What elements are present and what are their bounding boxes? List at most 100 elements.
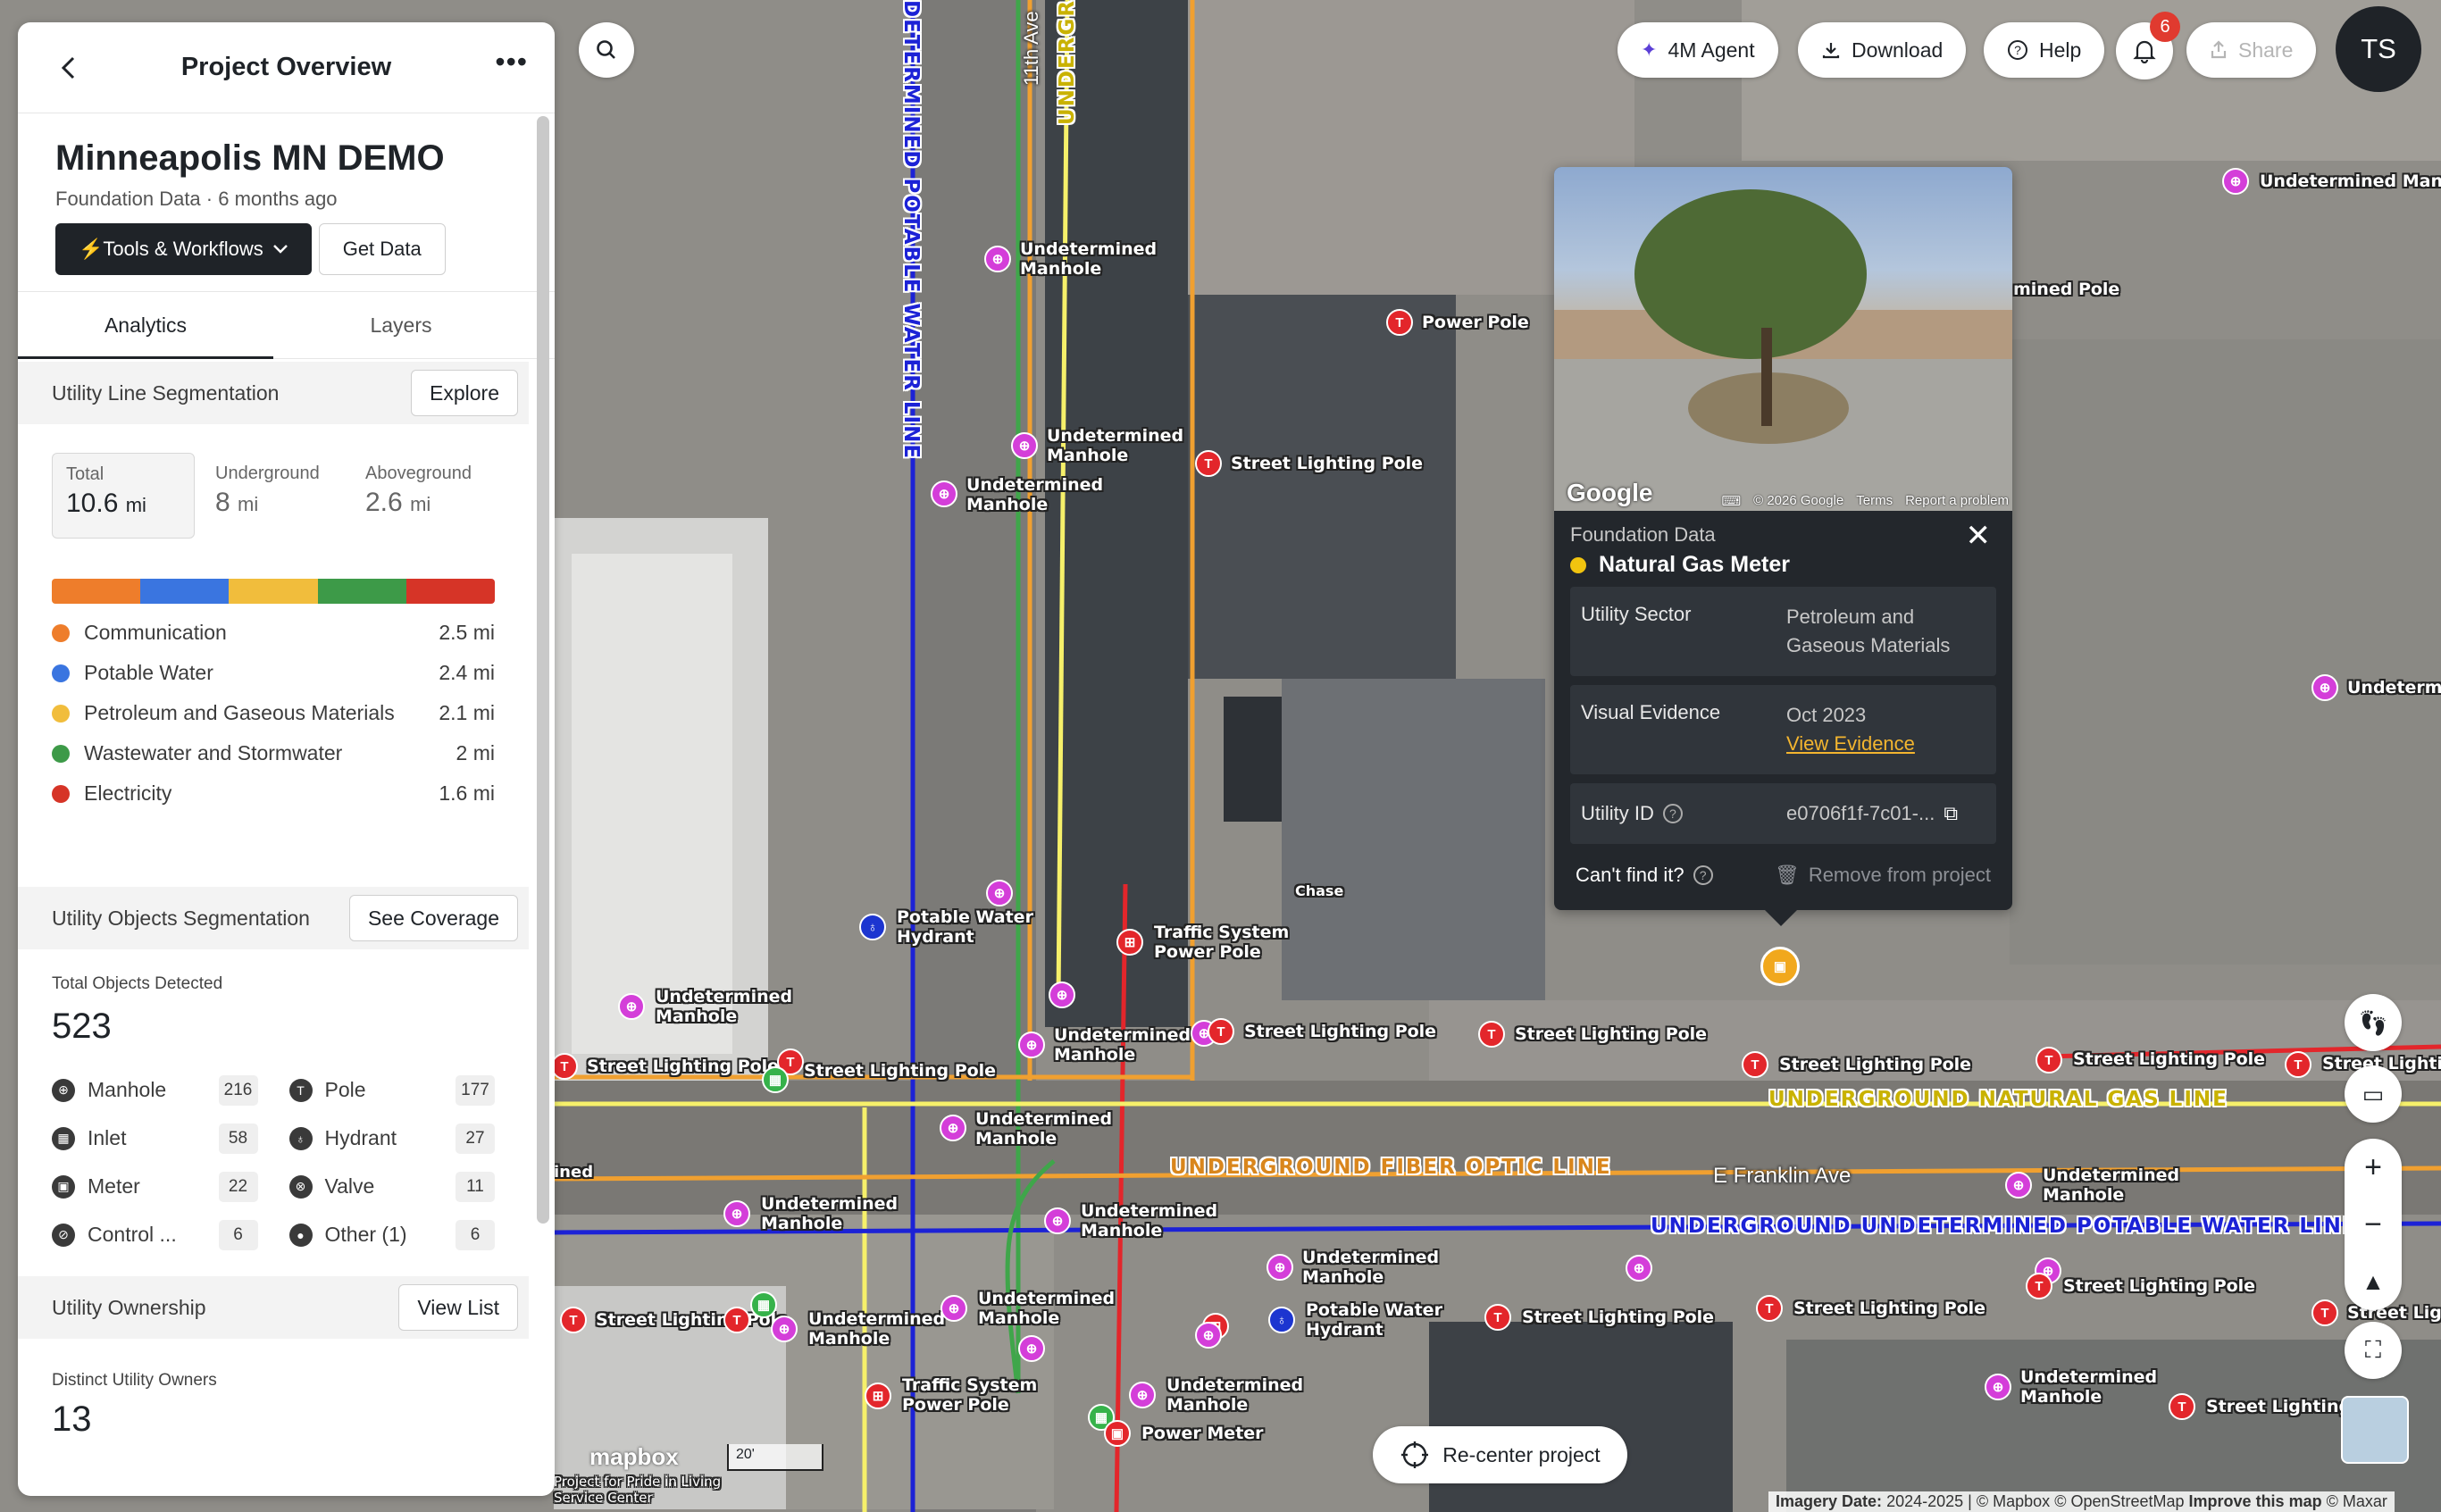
photo-attribution: ⌨ © 2026 Google Terms Report a problem [1721,493,2009,509]
stat-value: 8 [215,488,230,517]
view-list-button[interactable]: View List [398,1284,518,1331]
basemap-toggle-thumbnail[interactable] [2341,1396,2409,1464]
stat-total[interactable]: Total 10.6 mi [52,453,196,539]
manhole-marker[interactable]: ⊕ [986,880,1013,906]
meter-marker[interactable]: ▣ [1104,1420,1131,1447]
traffic-pole-marker[interactable]: ⊞ [865,1383,891,1409]
manhole-marker[interactable]: ⊕ [1049,982,1075,1008]
improve-map-link[interactable]: Improve this map [2189,1492,2322,1510]
object-type-item[interactable]: T Pole 177 [288,1073,495,1107]
tab-layers[interactable]: Layers [273,292,529,358]
fullscreen-button[interactable]: ⛶ [2345,1322,2402,1379]
help-circle-icon[interactable]: ? [1693,865,1713,885]
see-coverage-button[interactable]: See Coverage [348,895,518,941]
terms-link[interactable]: Terms [1856,493,1893,509]
inlet-marker[interactable]: ▦ [762,1066,789,1093]
share-button[interactable]: Share [2186,22,2317,78]
street-light-marker[interactable]: T [2169,1393,2195,1420]
street-light-marker[interactable]: T [723,1307,750,1333]
manhole-marker[interactable]: ⊕ [723,1200,750,1227]
hydrant-icon: ♁ [288,1126,313,1150]
hydrant-marker[interactable]: ♁ [859,914,886,940]
recenter-button[interactable]: Re-center project [1373,1426,1627,1483]
copy-icon[interactable]: ⧉ [1944,802,1958,825]
manhole-marker[interactable]: ⊕ [940,1295,967,1322]
manhole-marker[interactable]: ⊕ [1626,1255,1652,1282]
manhole-marker[interactable]: ⊕ [940,1115,966,1141]
measure-button[interactable]: ▭ [2345,1065,2402,1123]
agent-button[interactable]: ✦ 4M Agent [1618,22,1778,78]
street-light-marker[interactable]: T [1484,1304,1511,1331]
street-light-marker[interactable]: T [2036,1047,2062,1073]
street-light-marker[interactable]: T [1756,1295,1783,1322]
user-avatar[interactable]: TS [2336,6,2421,92]
tab-analytics[interactable]: Analytics [18,292,273,359]
manhole-marker[interactable]: ⊕ [771,1316,798,1342]
help-button[interactable]: ? Help [1984,22,2105,78]
manhole-marker[interactable]: ⊕ [1266,1254,1293,1281]
manhole-marker[interactable]: ⊕ [1129,1382,1156,1408]
more-options-icon[interactable]: ••• [495,47,528,76]
get-data-button[interactable]: Get Data [318,223,446,275]
manhole-marker[interactable]: ⊕ [984,246,1011,272]
download-button[interactable]: Download [1798,22,1967,78]
street-view-button[interactable]: 👣︎ [2345,994,2402,1051]
street-light-marker[interactable]: T [560,1307,587,1333]
view-evidence-link[interactable]: View Evidence [1786,730,1915,758]
street-light-marker[interactable]: T [2285,1051,2311,1078]
report-problem-link[interactable]: Report a problem [1905,493,2009,509]
street-light-marker[interactable]: T [2026,1273,2052,1299]
panel-header: Project Overview ••• [18,22,555,113]
manhole-marker[interactable]: ⊕ [931,480,957,507]
object-type-item[interactable]: ⊗ Valve 11 [288,1170,495,1203]
map-search-button[interactable] [579,22,634,78]
stat-underground[interactable]: Underground 8 mi [202,453,345,539]
maxar-attribution[interactable]: © Maxar [2327,1492,2387,1510]
object-type-name: Control ... [88,1223,177,1246]
legend-value: 1.6 mi [439,781,495,805]
inlet-marker[interactable]: ▦ [750,1291,777,1318]
street-light-marker[interactable]: T [1208,1018,1234,1045]
osm-attribution[interactable]: © OpenStreetMap [2054,1492,2184,1510]
street-light-marker[interactable]: T [551,1053,578,1080]
street-light-marker[interactable]: T [2311,1299,2338,1326]
keyboard-icon[interactable]: ⌨ [1721,493,1741,509]
remove-from-project-button[interactable]: 🗑︎ Remove from project [1775,864,1991,887]
hydrant-marker[interactable]: ♁ [1268,1307,1295,1333]
stat-aboveground[interactable]: Aboveground 2.6 mi [352,453,495,539]
object-type-item[interactable]: ♁ Hydrant 27 [288,1122,495,1155]
street-view-photo[interactable]: Google ⌨ © 2026 Google Terms Report a pr… [1554,167,2012,511]
zoom-out-button[interactable]: − [2345,1196,2402,1253]
pole-marker[interactable]: T [1386,309,1413,336]
street-light-marker[interactable]: T [1195,450,1222,477]
line-segmentation-header: Utility Line Segmentation Explore [18,362,529,424]
object-type-item[interactable]: ▣ Meter 22 [52,1170,258,1203]
street-light-marker[interactable]: T [1478,1021,1505,1048]
object-type-item[interactable]: ▦ Inlet 58 [52,1122,258,1155]
street-light-marker[interactable]: T [1742,1051,1768,1078]
object-type-item[interactable]: ⊘ Control ... 6 [52,1218,258,1251]
manhole-marker[interactable]: ⊕ [2222,168,2249,195]
manhole-marker[interactable]: ⊕ [2005,1172,2032,1199]
zoom-in-button[interactable]: + [2345,1139,2402,1196]
explore-button[interactable]: Explore [411,370,518,416]
info-icon[interactable]: ? [1662,804,1683,823]
manhole-marker[interactable]: ⊕ [618,993,645,1020]
manhole-marker[interactable]: ⊕ [1195,1322,1222,1349]
compass-button[interactable]: ▲ [2345,1253,2402,1310]
mapbox-attribution[interactable]: © Mapbox [1977,1492,2050,1510]
object-type-item[interactable]: ● Other (1) 6 [288,1218,495,1251]
manhole-marker[interactable]: ⊕ [1011,432,1038,459]
tools-workflows-button[interactable]: ⚡Tools & Workflows [55,223,312,275]
panel-scrollbar[interactable] [537,116,549,1224]
traffic-pole-marker[interactable]: ⊞ [1116,929,1143,956]
manhole-marker[interactable]: ⊕ [1018,1032,1045,1058]
manhole-marker[interactable]: ⊕ [1018,1335,1045,1362]
manhole-marker[interactable]: ⊕ [1044,1207,1071,1234]
notifications-button[interactable]: 6 [2116,12,2180,79]
natural-gas-meter-marker[interactable]: ▣ [1760,947,1800,986]
object-type-item[interactable]: ⊕ Manhole 216 [52,1073,258,1107]
close-icon[interactable]: ✕ [1966,521,1992,551]
manhole-marker[interactable]: ⊕ [2311,674,2338,701]
manhole-marker[interactable]: ⊕ [1985,1374,2011,1400]
